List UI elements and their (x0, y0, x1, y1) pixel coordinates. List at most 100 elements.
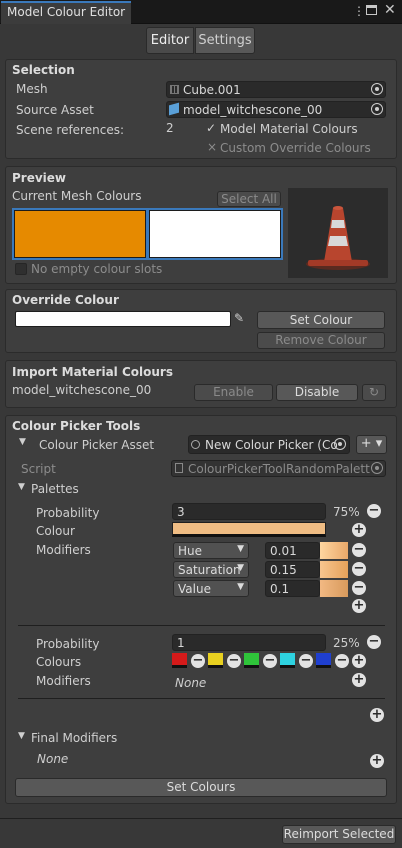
no-empty-slots-checkbox[interactable] (15, 263, 27, 275)
modifier2-type-dropdown[interactable]: Saturation ▼ (173, 561, 249, 578)
add-final-modifier-icon[interactable]: + (370, 754, 384, 768)
override-colour-field[interactable] (15, 311, 231, 327)
eyedropper-icon[interactable]: ✎ (234, 311, 248, 327)
palette-divider (18, 625, 385, 626)
palette2-probability-field[interactable]: 1 (172, 634, 326, 651)
palette1-percent: 75% (333, 505, 360, 519)
preview-header: Preview (12, 171, 67, 185)
mesh-object-picker-icon[interactable] (371, 83, 383, 95)
selection-header: Selection (12, 63, 75, 77)
remove-modifier2-icon[interactable]: − (352, 562, 366, 576)
palettes-expand-icon[interactable]: ▼ (18, 482, 25, 492)
palettes-end-divider (18, 698, 385, 699)
expand-arrow-icon[interactable]: ▼ (19, 437, 26, 447)
add-palette-icon[interactable]: + (370, 708, 384, 722)
palette1-colour-field[interactable] (172, 522, 326, 537)
remove-modifier1-icon[interactable]: − (352, 543, 366, 557)
remove-colour-icon[interactable]: − (263, 654, 277, 668)
mesh-grid-icon (170, 85, 179, 94)
script-field: ColourPickerToolRandomPalett (171, 460, 386, 477)
select-all-button[interactable]: Select All (217, 191, 281, 207)
mesh-preview-viewport[interactable] (288, 188, 388, 278)
palette2-colour-swatch[interactable] (244, 653, 259, 668)
import-material-colours-header: Import Material Colours (12, 365, 173, 379)
palette1-probability-field[interactable]: 3 (172, 503, 326, 520)
no-empty-slots-label: No empty colour slots (31, 262, 163, 276)
colour-picker-asset-label: Colour Picker Asset (39, 438, 155, 452)
remove-colour-icon[interactable]: − (191, 654, 205, 668)
remove-colour-button[interactable]: Remove Colour (257, 332, 385, 349)
source-object-picker-icon[interactable] (371, 103, 383, 115)
palette2-probability-label: Probability (36, 637, 100, 651)
palette1-modifiers-label: Modifiers (36, 543, 91, 557)
disable-button[interactable]: Disable (276, 384, 358, 401)
palette2-colour-swatch[interactable] (208, 653, 223, 668)
enable-button[interactable]: Enable (194, 384, 273, 401)
override-colour-header: Override Colour (12, 293, 119, 307)
script-label: Script (21, 462, 56, 476)
remove-modifier3-icon[interactable]: − (352, 581, 366, 595)
kebab-menu-icon[interactable]: ⋮ (353, 4, 365, 18)
maximize-icon[interactable] (366, 5, 377, 15)
add-colour-icon[interactable]: + (352, 523, 366, 537)
script-file-icon (175, 463, 183, 473)
palette2-colour-swatch[interactable] (316, 653, 331, 668)
palette2-colour-swatch[interactable] (172, 653, 187, 668)
current-mesh-colours-label: Current Mesh Colours (12, 189, 142, 203)
remove-colour-icon[interactable]: − (299, 654, 313, 668)
palette1-colour-label: Colour (36, 524, 75, 538)
remove-palette1-icon[interactable]: − (367, 504, 381, 518)
asset-object-picker-icon[interactable] (334, 438, 346, 450)
colour-picker-asset-field[interactable]: New Colour Picker (Co (188, 435, 350, 454)
modifier3-value-field[interactable]: 0.1 (265, 580, 320, 597)
refresh-icon[interactable]: ↻ (362, 384, 386, 401)
mesh-field[interactable]: Cube.001 (166, 81, 386, 98)
add-palette2-modifier-icon[interactable]: + (352, 673, 366, 687)
check-icon: ✓ (206, 121, 217, 135)
modifier1-type-dropdown[interactable]: Hue ▼ (173, 542, 249, 559)
footer-divider (0, 818, 402, 819)
scene-references-count: 2 (166, 121, 174, 135)
modifier3-preview-swatch (320, 580, 348, 597)
scriptable-object-icon (191, 440, 200, 449)
add-dropdown-button[interactable]: + ▾ (356, 435, 387, 454)
final-modifiers-none: None (37, 752, 69, 766)
window-tab[interactable]: Model Colour Editor (1, 1, 131, 24)
remove-palette2-icon[interactable]: − (367, 635, 381, 649)
palette2-colour-swatch[interactable] (280, 653, 295, 668)
palette2-colours-label: Colours (36, 655, 82, 669)
tab-editor[interactable]: Editor (146, 27, 194, 54)
modifier3-type-dropdown[interactable]: Value ▼ (173, 580, 249, 597)
source-asset-field[interactable]: model_witchescone_00 (166, 101, 386, 118)
final-modifiers-expand-icon[interactable]: ▼ (18, 731, 25, 741)
set-colour-button[interactable]: Set Colour (257, 311, 385, 329)
remove-colour-icon[interactable]: − (227, 654, 241, 668)
add-modifier-icon[interactable]: + (352, 599, 366, 613)
modifier2-preview-swatch (320, 561, 348, 578)
window-title: Model Colour Editor (7, 5, 126, 19)
cross-icon: × (207, 140, 218, 154)
remove-colour-icon[interactable]: − (335, 654, 349, 668)
modifier2-value-field[interactable]: 0.15 (265, 561, 320, 578)
colour-picker-tools-header: Colour Picker Tools (12, 419, 141, 433)
custom-override-colours-toggle[interactable]: Custom Override Colours (220, 141, 371, 155)
tab-settings[interactable]: Settings (195, 27, 255, 54)
colour-slot-2[interactable] (149, 210, 281, 258)
final-modifiers-label: Final Modifiers (31, 731, 118, 745)
model-material-colours-toggle[interactable]: Model Material Colours (220, 122, 358, 136)
close-icon[interactable]: ✕ (384, 3, 396, 17)
modifier1-value-field[interactable]: 0.01 (265, 542, 320, 559)
colour-slot-1[interactable] (14, 210, 146, 258)
script-object-picker-icon (371, 462, 383, 474)
modifier1-preview-swatch (320, 542, 348, 559)
palette1-probability-label: Probability (36, 506, 100, 520)
import-asset-name: model_witchescone_00 (12, 383, 152, 397)
palette2-percent: 25% (333, 636, 360, 650)
palette2-modifiers-label: Modifiers (36, 674, 91, 688)
palettes-label: Palettes (31, 482, 79, 496)
source-asset-label: Source Asset (16, 103, 94, 117)
reimport-selected-button[interactable]: Reimport Selected (282, 825, 396, 844)
set-colours-button[interactable]: Set Colours (15, 778, 387, 797)
palette2-modifiers-none: None (175, 676, 207, 690)
add-palette2-colour-icon[interactable]: + (352, 654, 366, 668)
